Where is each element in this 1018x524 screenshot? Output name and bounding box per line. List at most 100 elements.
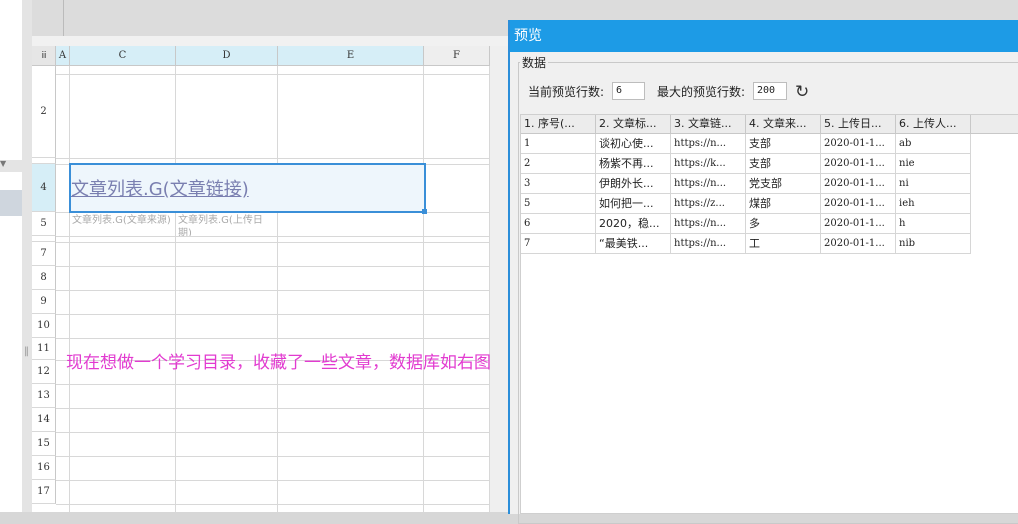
table-cell[interactable]: 2020-01-1...: [821, 214, 896, 234]
column-header[interactable]: 3. 文章链...: [671, 115, 746, 133]
cell-c5[interactable]: 文章列表.G(文章来源): [72, 214, 174, 236]
left-panel-top: [0, 0, 22, 160]
select-all-corner[interactable]: iii: [32, 46, 56, 66]
gridline: [56, 456, 510, 457]
column-header-e[interactable]: E: [278, 46, 424, 66]
preview-table[interactable]: 1. 序号(... 2. 文章标... 3. 文章链... 4. 文章来... …: [520, 114, 1018, 514]
gridline: [56, 432, 510, 433]
table-cell[interactable]: https://z...: [671, 194, 746, 214]
gridline: [56, 290, 510, 291]
table-cell[interactable]: 伊朗外长...: [596, 174, 671, 194]
row-header-11[interactable]: 11: [32, 338, 56, 360]
table-cell[interactable]: 6: [521, 214, 596, 234]
current-rows-label: 当前预览行数:: [528, 85, 605, 99]
gridline: [56, 242, 510, 243]
table-cell[interactable]: 支部: [746, 154, 821, 174]
table-cell[interactable]: 支部: [746, 134, 821, 154]
max-rows-input[interactable]: 200: [753, 82, 787, 100]
table-cell[interactable]: https://n...: [671, 214, 746, 234]
cell-c4-link[interactable]: 文章列表.G(文章链接): [71, 175, 249, 201]
column-header[interactable]: 2. 文章标...: [596, 115, 671, 133]
table-cell[interactable]: h: [896, 214, 971, 234]
gridline: [56, 74, 510, 75]
gridline: [56, 314, 510, 315]
row-header-15[interactable]: 15: [32, 432, 56, 456]
table-cell[interactable]: https://n...: [671, 134, 746, 154]
column-header[interactable]: 4. 文章来...: [746, 115, 821, 133]
left-panel-selected-item[interactable]: [0, 190, 22, 216]
column-header-f[interactable]: F: [424, 46, 490, 66]
column-header-d[interactable]: D: [176, 46, 278, 66]
table-cell[interactable]: 2020-01-1...: [821, 134, 896, 154]
left-panel-bottom: [0, 172, 22, 512]
table-cell[interactable]: 2020-01-1...: [821, 234, 896, 254]
table-cell[interactable]: 谈初心使...: [596, 134, 671, 154]
row-header-10[interactable]: 10: [32, 314, 56, 338]
table-header: 1. 序号(... 2. 文章标... 3. 文章链... 4. 文章来... …: [521, 115, 1018, 134]
table-cell[interactable]: 多: [746, 214, 821, 234]
column-header-c[interactable]: C: [70, 46, 176, 66]
row-header-14[interactable]: 14: [32, 408, 56, 432]
fill-handle[interactable]: [422, 209, 427, 214]
table-cell[interactable]: 1: [521, 134, 596, 154]
row-header-9[interactable]: 9: [32, 290, 56, 314]
row-header-8[interactable]: 8: [32, 266, 56, 290]
table-cell[interactable]: https://n...: [671, 234, 746, 254]
row-header-13[interactable]: 13: [32, 384, 56, 408]
gridline: [277, 66, 278, 512]
table-cell[interactable]: 工: [746, 234, 821, 254]
row-header-2[interactable]: 2: [32, 66, 56, 158]
row-header-16[interactable]: 16: [32, 456, 56, 480]
gridline: [56, 408, 510, 409]
gridline: [56, 384, 510, 385]
row-header-7[interactable]: 7: [32, 242, 56, 266]
row-header-12[interactable]: 12: [32, 360, 56, 384]
annotation-note: 现在想做一个学习目录，收藏了一些文章，数据库如右图: [66, 353, 491, 373]
gridline: [69, 66, 70, 512]
table-cell[interactable]: 如何把一...: [596, 194, 671, 214]
table-cell[interactable]: nie: [896, 154, 971, 174]
max-rows-label: 最大的预览行数:: [657, 85, 746, 99]
table-cell[interactable]: ieh: [896, 194, 971, 214]
column-header[interactable]: 6. 上传人...: [896, 115, 971, 133]
cell-d5[interactable]: 文章列表.G(上传日期): [178, 214, 276, 236]
spreadsheet[interactable]: iii A C D E F 2 4 5 7 8 9 10 11 12 13 14…: [32, 46, 510, 512]
gridline: [423, 66, 424, 512]
table-cell[interactable]: “最美铁...: [596, 234, 671, 254]
dialog-title[interactable]: 预览: [510, 20, 1018, 52]
row-header-4[interactable]: 4: [32, 164, 56, 212]
table-cell[interactable]: nib: [896, 234, 971, 254]
table-cell[interactable]: 3: [521, 174, 596, 194]
table-cell[interactable]: 杨紫不再...: [596, 154, 671, 174]
table-cell[interactable]: https://k...: [671, 154, 746, 174]
gridline: [56, 338, 510, 339]
gridline: [56, 158, 510, 159]
sheet-margin: [490, 46, 510, 512]
table-cell[interactable]: 2020-01-1...: [821, 174, 896, 194]
table-cell[interactable]: 党支部: [746, 174, 821, 194]
table-cell[interactable]: 2020-01-1...: [821, 154, 896, 174]
table-cell[interactable]: 5: [521, 194, 596, 214]
table-cell[interactable]: 2020，稳...: [596, 214, 671, 234]
collapse-arrow-icon[interactable]: ▼: [0, 160, 8, 168]
table-cell[interactable]: 2: [521, 154, 596, 174]
table-cell[interactable]: https://n...: [671, 174, 746, 194]
data-group-label: 数据: [520, 54, 549, 71]
column-header[interactable]: 1. 序号(...: [521, 115, 596, 133]
table-cell[interactable]: 煤部: [746, 194, 821, 214]
refresh-icon[interactable]: ↻: [795, 82, 809, 102]
column-header-a[interactable]: A: [56, 46, 70, 66]
splitter-handle-icon[interactable]: ‖: [24, 346, 29, 357]
row-header-5[interactable]: 5: [32, 212, 56, 236]
current-rows-input[interactable]: 6: [612, 82, 645, 100]
preview-dialog: 预览 数据 当前预览行数: 6 最大的预览行数: 200 ↻ 1. 序号(...…: [508, 20, 1018, 524]
table-cell[interactable]: 2020-01-1...: [821, 194, 896, 214]
ruler: [53, 0, 64, 36]
table-cell[interactable]: ab: [896, 134, 971, 154]
table-cell[interactable]: 7: [521, 234, 596, 254]
column-header[interactable]: 5. 上传日...: [821, 115, 896, 133]
table-cell[interactable]: ni: [896, 174, 971, 194]
gridline: [56, 480, 510, 481]
gridline: [56, 504, 510, 505]
row-header-17[interactable]: 17: [32, 480, 56, 504]
